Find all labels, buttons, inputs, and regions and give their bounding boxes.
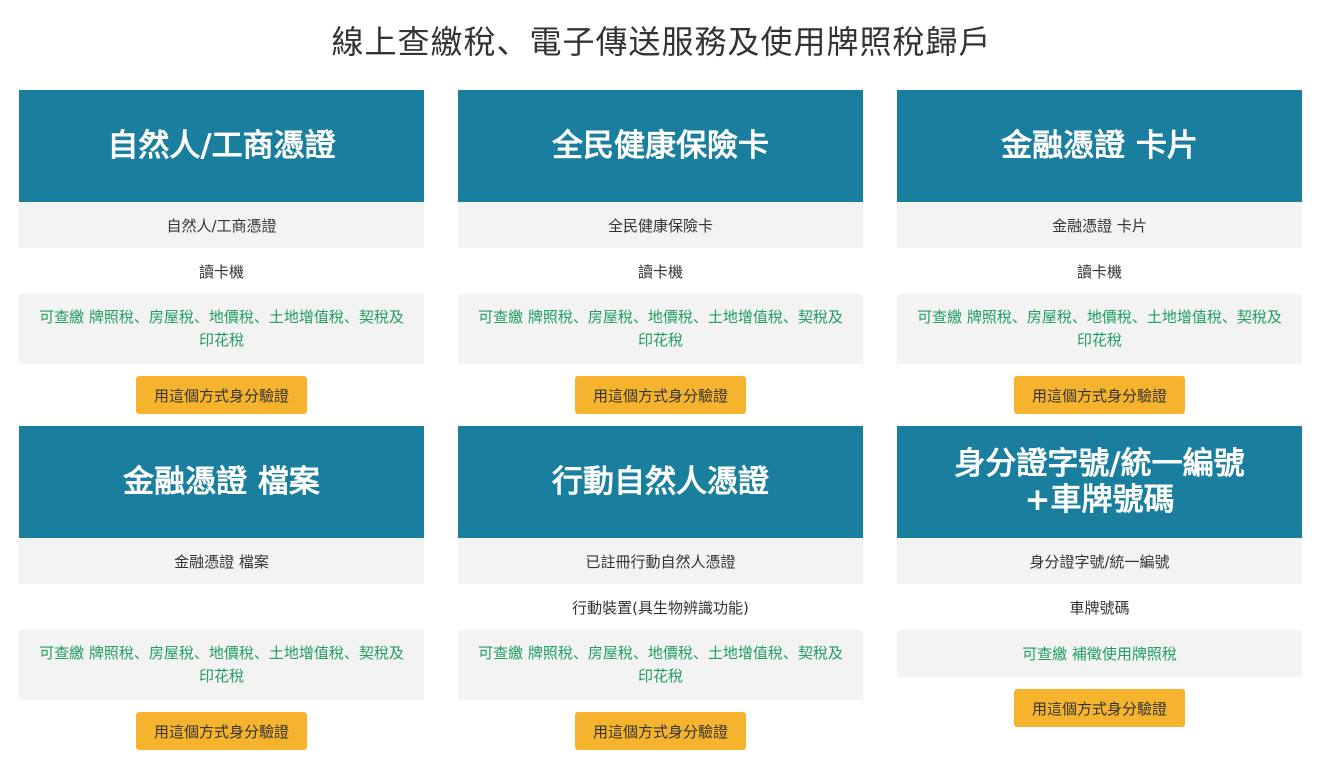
verify-button[interactable]: 用這個方式身分驗證 <box>1014 376 1185 414</box>
services-line: 可查繳 牌照稅、房屋稅、地價稅、土地增值稅、契稅及 <box>478 644 843 662</box>
card-financial-certificate-card: 金融憑證 卡片 金融憑證 卡片 讀卡機 可查繳 牌照稅、房屋稅、地價稅、土地增值… <box>897 90 1302 414</box>
services-line: 可查繳 牌照稅、房屋稅、地價稅、土地增值稅、契稅及 <box>917 308 1282 326</box>
verify-button[interactable]: 用這個方式身分驗證 <box>575 376 746 414</box>
services-line: 印花稅 <box>198 667 244 685</box>
services-line: 印花稅 <box>637 331 683 349</box>
services-line: 印花稅 <box>637 667 683 685</box>
verify-button[interactable]: 用這個方式身分驗證 <box>136 712 307 750</box>
verify-button[interactable]: 用這個方式身分驗證 <box>575 712 746 750</box>
card-title: 金融憑證 卡片 <box>1001 128 1198 164</box>
services-line: 可查繳 牌照稅、房屋稅、地價稅、土地增值稅、契稅及 <box>39 308 404 326</box>
card-id-number-plate: 身分證字號/統一編號 +車牌號碼 身分證字號/統一編號 車牌號碼 可查繳 補徵使… <box>897 426 1302 727</box>
services-row: 可查繳 補徵使用牌照稅 <box>897 630 1302 677</box>
services-line: 可查繳 牌照稅、房屋稅、地價稅、土地增值稅、契稅及 <box>478 308 843 326</box>
card-title: 金融憑證 檔案 <box>123 464 320 500</box>
card-header: 全民健康保險卡 <box>458 90 863 202</box>
services-row: 可查繳 牌照稅、房屋稅、地價稅、土地增值稅、契稅及 印花稅 <box>458 294 863 364</box>
services-line: 可查繳 牌照稅、房屋稅、地價稅、土地增值稅、契稅及 <box>39 644 404 662</box>
credential-row: 金融憑證 檔案 <box>19 538 424 584</box>
credential-row: 金融憑證 卡片 <box>897 202 1302 248</box>
services-row: 可查繳 牌照稅、房屋稅、地價稅、土地增值稅、契稅及 印花稅 <box>897 294 1302 364</box>
credential-row: 身分證字號/統一編號 <box>897 538 1302 584</box>
card-header: 行動自然人憑證 <box>458 426 863 538</box>
card-title: 行動自然人憑證 <box>552 464 769 500</box>
credential-row: 已註冊行動自然人憑證 <box>458 538 863 584</box>
services-line: 印花稅 <box>198 331 244 349</box>
card-natural-person-certificate: 自然人/工商憑證 自然人/工商憑證 讀卡機 可查繳 牌照稅、房屋稅、地價稅、土地… <box>19 90 424 414</box>
card-title-line: +車牌號碼 <box>1024 482 1175 518</box>
services-row: 可查繳 牌照稅、房屋稅、地價稅、土地增值稅、契稅及 印花稅 <box>19 294 424 364</box>
services-row: 可查繳 牌照稅、房屋稅、地價稅、土地增值稅、契稅及 印花稅 <box>19 630 424 700</box>
card-header: 身分證字號/統一編號 +車牌號碼 <box>897 426 1302 538</box>
card-header: 自然人/工商憑證 <box>19 90 424 202</box>
card-title: 全民健康保險卡 <box>552 128 769 164</box>
card-financial-certificate-file: 金融憑證 檔案 金融憑證 檔案 可查繳 牌照稅、房屋稅、地價稅、土地增值稅、契稅… <box>19 426 424 750</box>
card-title-line: 身分證字號/統一編號 <box>954 446 1245 482</box>
page-title: 線上查繳稅、電子傳送服務及使用牌照稅歸戶 <box>331 23 992 61</box>
page: 線上查繳稅、電子傳送服務及使用牌照稅歸戶 自然人/工商憑證 自然人/工商憑證 讀… <box>0 0 1323 773</box>
device-row: 讀卡機 <box>1076 262 1122 281</box>
verify-button[interactable]: 用這個方式身分驗證 <box>1014 689 1185 727</box>
card-header: 金融憑證 卡片 <box>897 90 1302 202</box>
verify-button[interactable]: 用這個方式身分驗證 <box>136 376 307 414</box>
device-row <box>19 584 424 630</box>
services-line: 印花稅 <box>1076 331 1122 349</box>
card-health-insurance-card: 全民健康保險卡 全民健康保險卡 讀卡機 可查繳 牌照稅、房屋稅、地價稅、土地增值… <box>458 90 863 414</box>
card-title: 自然人/工商憑證 <box>107 128 336 164</box>
device-row: 讀卡機 <box>198 262 244 281</box>
device-row: 讀卡機 <box>637 262 683 281</box>
device-row: 車牌號碼 <box>1069 598 1130 617</box>
credential-row: 自然人/工商憑證 <box>19 202 424 248</box>
card-header: 金融憑證 檔案 <box>19 426 424 538</box>
card-mobile-natural-person-certificate: 行動自然人憑證 已註冊行動自然人憑證 行動裝置(具生物辨識功能) 可查繳 牌照稅… <box>458 426 863 750</box>
credential-row: 全民健康保險卡 <box>458 202 863 248</box>
services-line: 可查繳 補徵使用牌照稅 <box>1022 645 1177 663</box>
device-row: 行動裝置(具生物辨識功能) <box>572 598 749 617</box>
services-row: 可查繳 牌照稅、房屋稅、地價稅、土地增值稅、契稅及 印花稅 <box>458 630 863 700</box>
